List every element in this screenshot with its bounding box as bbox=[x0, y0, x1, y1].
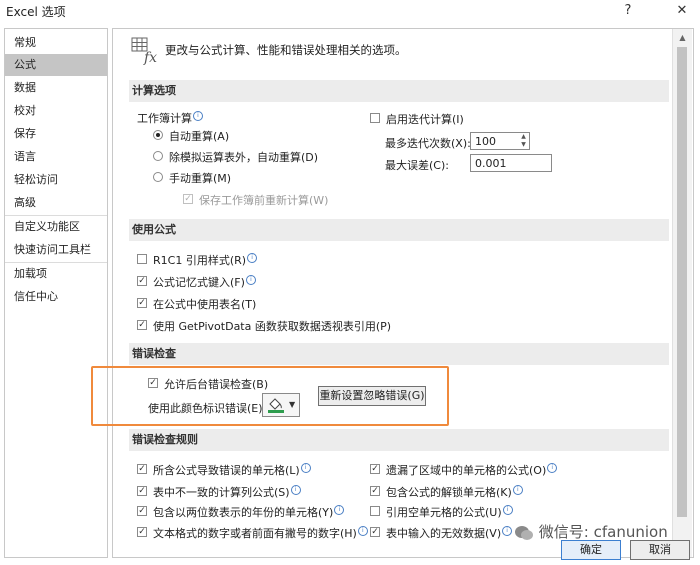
sidebar-item-formulas[interactable]: 公式 bbox=[5, 54, 107, 76]
enable-iterative-label: 启用迭代计算(I) bbox=[386, 113, 464, 126]
info-icon: i bbox=[357, 526, 368, 537]
radio-automatic[interactable] bbox=[153, 130, 163, 140]
checkbox-table-names[interactable]: ✓ bbox=[137, 298, 147, 308]
scrollbar-thumb[interactable] bbox=[677, 47, 687, 517]
checkbox-rule-empty-cell-refs[interactable] bbox=[370, 506, 380, 516]
checkbox-recalc-before-save[interactable]: ✓ bbox=[183, 194, 193, 204]
close-button[interactable]: ✕ bbox=[670, 0, 694, 22]
radio-manual-label: 手动重算(M) bbox=[169, 172, 232, 185]
help-button[interactable]: ? bbox=[616, 0, 640, 22]
sidebar-item-save[interactable]: 保存 bbox=[5, 123, 107, 145]
max-change-input[interactable] bbox=[470, 154, 552, 172]
checkbox-rule-inconsistent-column[interactable]: ✓ bbox=[137, 486, 147, 496]
formula-autocomplete-label: 公式记忆式键入(F) i bbox=[153, 274, 256, 290]
checkbox-rule-unlocked-cells[interactable]: ✓ bbox=[370, 486, 380, 496]
radio-automatic-label: 自动重算(A) bbox=[169, 130, 230, 143]
annotation-highlight-box bbox=[91, 366, 449, 426]
rule-omitted-cells-label: 遗漏了区域中的单元格的公式(O) i bbox=[386, 462, 558, 478]
scroll-up-icon[interactable]: ▲ bbox=[673, 30, 692, 46]
sidebar-item-quick-access-toolbar[interactable]: 快速访问工具栏 bbox=[5, 239, 107, 261]
info-icon: i bbox=[245, 275, 256, 286]
info-icon: i bbox=[247, 253, 258, 264]
spin-buttons[interactable]: ▲ ▼ bbox=[518, 133, 529, 149]
checkbox-enable-iterative[interactable] bbox=[370, 113, 380, 123]
rule-two-digit-years-label: 包含以两位数表示的年份的单元格(Y) i bbox=[153, 504, 345, 520]
checkbox-rule-invalid-table-data[interactable]: ✓ bbox=[370, 527, 380, 537]
max-iterations-label: 最多迭代次数(X): bbox=[385, 137, 471, 150]
radio-automatic-except-tables-label: 除模拟运算表外，自动重算(D) bbox=[169, 151, 319, 164]
window-title: Excel 选项 bbox=[6, 5, 66, 19]
checkbox-rule-two-digit-years[interactable]: ✓ bbox=[137, 506, 147, 516]
vertical-scrollbar[interactable]: ▲ ▼ bbox=[672, 29, 692, 557]
radio-automatic-except-tables[interactable] bbox=[153, 151, 163, 161]
info-icon: i bbox=[300, 463, 311, 474]
sidebar-item-data[interactable]: 数据 bbox=[5, 77, 107, 99]
ok-button[interactable]: 确定 bbox=[561, 540, 621, 560]
info-icon: i bbox=[502, 505, 513, 516]
wechat-logo-icon bbox=[515, 525, 533, 540]
checkbox-r1c1[interactable] bbox=[137, 254, 147, 264]
info-icon: i bbox=[193, 111, 203, 122]
section-working-with-formulas: 使用公式 bbox=[129, 219, 669, 241]
sidebar-item-accessibility[interactable]: 轻松访问 bbox=[5, 169, 107, 191]
getpivotdata-label: 使用 GetPivotData 函数获取数据透视表引用(P) bbox=[153, 320, 392, 333]
sidebar-item-language[interactable]: 语言 bbox=[5, 146, 107, 168]
max-change-label: 最大误差(C): bbox=[385, 159, 449, 172]
cancel-button[interactable]: 取消 bbox=[630, 540, 690, 560]
options-panel: fx 更改与公式计算、性能和错误处理相关的选项。 计算选项 工作簿计算 i 自动重… bbox=[112, 28, 694, 558]
workbook-calculation-label: 工作簿计算 i bbox=[137, 110, 203, 126]
checkbox-rule-omitted-cells[interactable]: ✓ bbox=[370, 464, 380, 474]
title-bar: Excel 选项 ? ✕ bbox=[0, 0, 700, 22]
checkbox-formula-autocomplete[interactable]: ✓ bbox=[137, 276, 147, 286]
checkbox-getpivotdata[interactable]: ✓ bbox=[137, 320, 147, 330]
rule-text-numbers-label: 文本格式的数字或者前面有撇号的数字(H) i bbox=[153, 525, 368, 541]
watermark-text: 微信号: cfanunion bbox=[538, 523, 668, 541]
section-error-checking-rules: 错误检查规则 bbox=[129, 429, 669, 451]
section-calculation-options: 计算选项 bbox=[129, 80, 669, 102]
sidebar-item-proofing[interactable]: 校对 bbox=[5, 100, 107, 122]
section-error-checking: 错误检查 bbox=[129, 343, 669, 365]
watermark: 微信号: cfanunion bbox=[514, 521, 668, 542]
rule-error-formulas-label: 所含公式导致错误的单元格(L) i bbox=[153, 462, 311, 478]
r1c1-label: R1C1 引用样式(R) i bbox=[153, 252, 258, 268]
info-icon: i bbox=[512, 485, 523, 496]
sidebar-item-advanced[interactable]: 高级 bbox=[5, 192, 107, 214]
formula-fx-icon: fx bbox=[131, 37, 157, 65]
info-icon: i bbox=[334, 505, 345, 516]
info-icon: i bbox=[290, 485, 301, 496]
sidebar-item-trust-center[interactable]: 信任中心 bbox=[5, 286, 107, 308]
checkbox-rule-text-numbers[interactable]: ✓ bbox=[137, 527, 147, 537]
page-description: 更改与公式计算、性能和错误处理相关的选项。 bbox=[165, 43, 407, 57]
rule-invalid-table-data-label: 表中输入的无效数据(V) i bbox=[386, 525, 513, 541]
sidebar-item-general[interactable]: 常规 bbox=[5, 32, 107, 54]
svg-text:fx: fx bbox=[143, 50, 157, 65]
rule-inconsistent-column-label: 表中不一致的计算列公式(S) i bbox=[153, 484, 301, 500]
info-icon: i bbox=[547, 463, 558, 474]
rule-unlocked-cells-label: 包含公式的解锁单元格(K) i bbox=[386, 484, 523, 500]
sidebar-item-addins[interactable]: 加载项 bbox=[5, 263, 107, 285]
radio-manual[interactable] bbox=[153, 172, 163, 182]
checkbox-rule-error-formulas[interactable]: ✓ bbox=[137, 464, 147, 474]
rule-empty-cell-refs-label: 引用空单元格的公式(U) i bbox=[386, 504, 513, 520]
table-names-label: 在公式中使用表名(T) bbox=[153, 298, 257, 311]
recalc-before-save-label: 保存工作簿前重新计算(W) bbox=[199, 194, 329, 207]
info-icon: i bbox=[502, 526, 513, 537]
sidebar: 常规 公式 数据 校对 保存 语言 轻松访问 高级 自定义功能区 快速访问工具栏… bbox=[4, 28, 108, 558]
sidebar-item-customize-ribbon[interactable]: 自定义功能区 bbox=[5, 216, 107, 238]
